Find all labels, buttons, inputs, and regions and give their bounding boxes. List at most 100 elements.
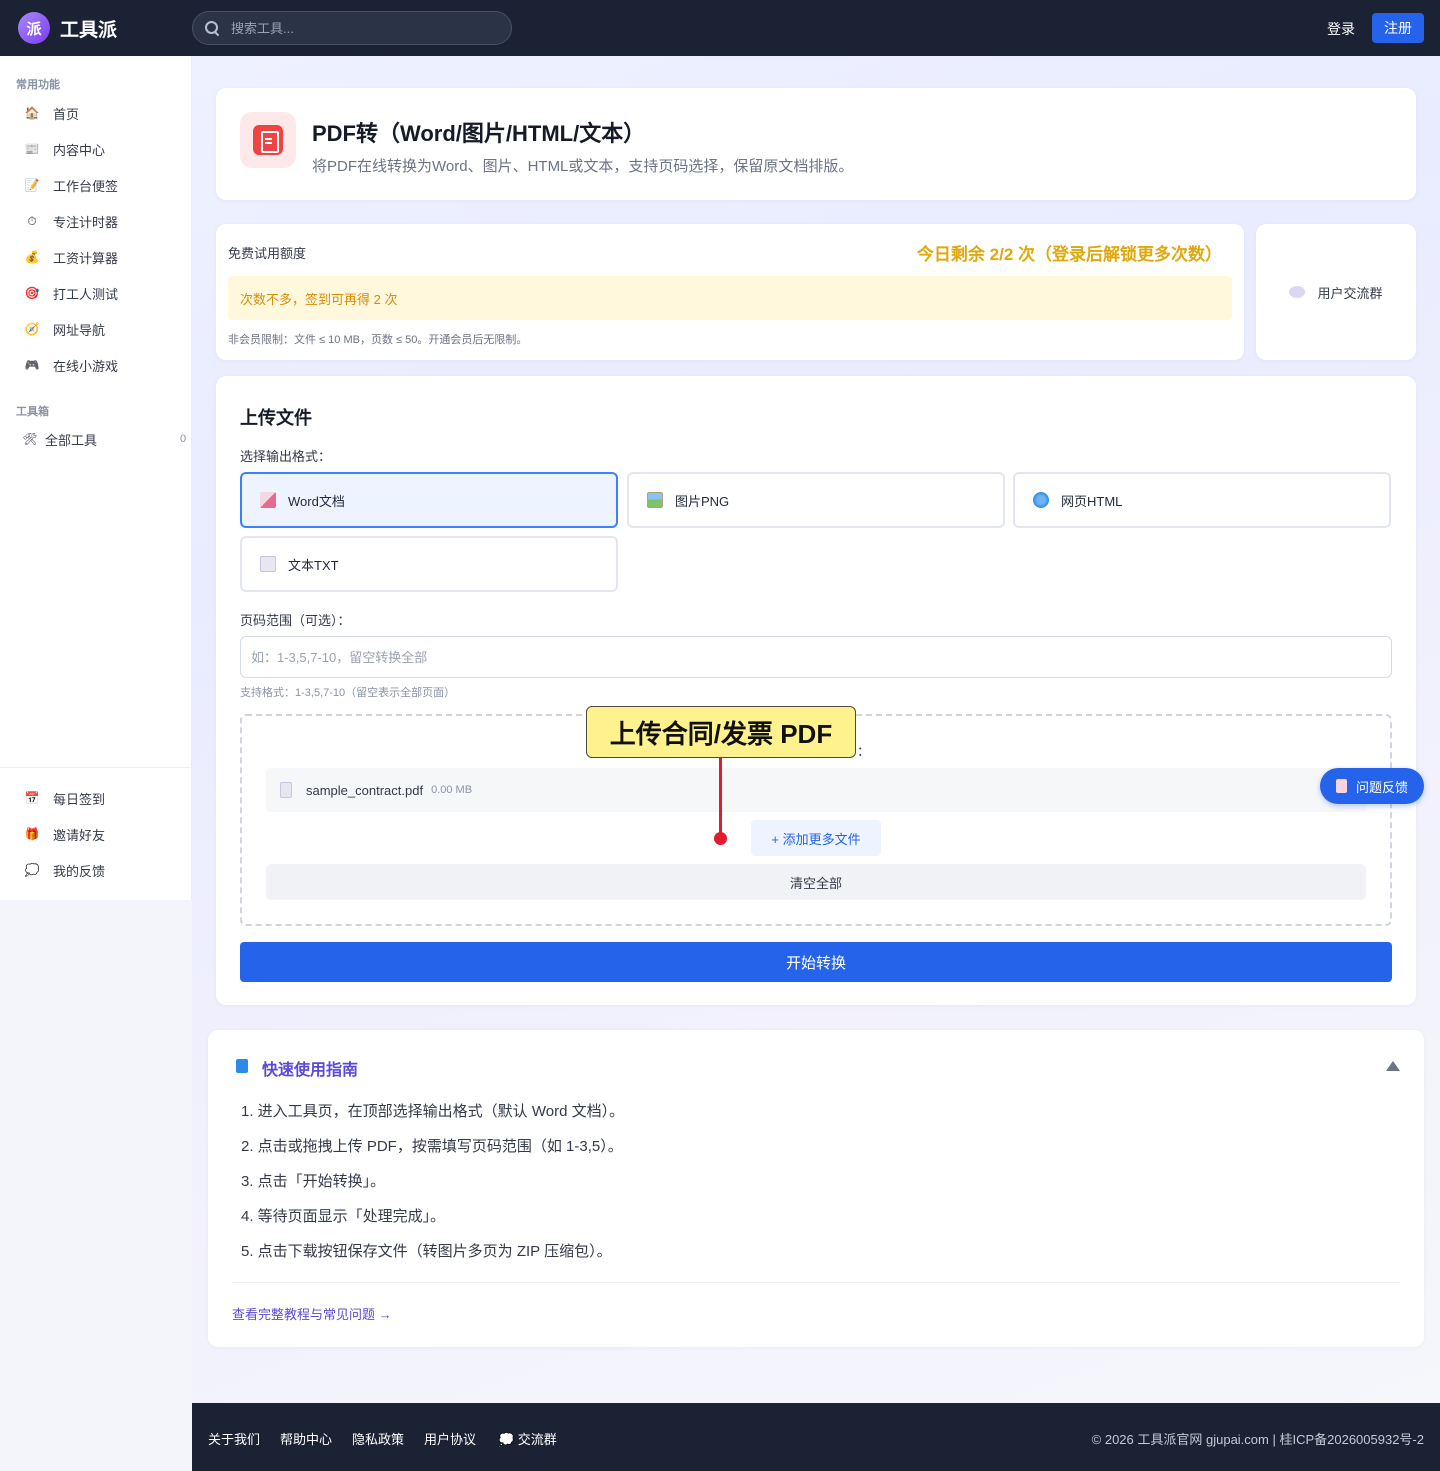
file-name: sample_contract.pdf: [306, 782, 424, 798]
sidebar-item-label: 在线小游戏: [53, 358, 119, 374]
all-tools-count: 0: [180, 433, 187, 445]
sidebar-item-label: 内容中心: [53, 142, 106, 158]
sidebar-divider: [0, 767, 192, 768]
sidebar-item-label: 工资计算器: [53, 250, 119, 266]
community-group-label: 用户交流群: [1317, 285, 1383, 301]
community-group-card[interactable]: 用户交流群: [1256, 224, 1416, 360]
format-option-label: 文本TXT: [288, 557, 339, 573]
speech-bubble-icon: 💭: [24, 863, 40, 877]
add-more-files-button[interactable]: + 添加更多文件: [751, 820, 881, 856]
file-size: 0.00 MB: [431, 784, 473, 796]
footer: 关于我们 帮助中心 隐私政策 用户协议 💭 交流群 © 2026 工具派官网 g…: [192, 1403, 1440, 1471]
text-file-icon: [260, 556, 276, 572]
sidebar-item-content-center[interactable]: 📰 内容中心: [24, 139, 106, 159]
page-range-input[interactable]: [240, 636, 1392, 678]
upload-card: 上传文件 选择输出格式： Word文档 图片PNG 网页HTML 文本TXT 页…: [216, 376, 1416, 1005]
guide-step: 3. 点击「开始转换」。: [241, 1173, 386, 1190]
footer-link-about[interactable]: 关于我们: [208, 1429, 260, 1448]
sidebar-item-url-nav[interactable]: 🧭 网址导航: [24, 319, 106, 339]
money-bag-icon: 💰: [24, 250, 40, 264]
globe-icon: [1033, 492, 1049, 508]
pdf-document-icon: [253, 125, 283, 155]
page-range-label: 页码范围（可选）：: [240, 613, 351, 628]
sidebar-item-salary-calculator[interactable]: 💰 工资计算器: [24, 247, 119, 267]
register-button[interactable]: 注册: [1372, 13, 1424, 43]
format-option-label: 图片PNG: [675, 493, 730, 509]
file-icon: [280, 782, 292, 798]
search-box[interactable]: [192, 11, 512, 45]
guide-step: 1. 进入工具页，在顶部选择输出格式（默认 Word 文档）。: [241, 1103, 625, 1120]
tools-icon: 🛠: [22, 432, 38, 446]
sidebar-item-home[interactable]: 🏠 首页: [24, 103, 80, 123]
quota-limit-note: 非会员限制：文件 ≤ 10 MB，页数 ≤ 50。开通会员后无限制。: [228, 334, 528, 346]
footer-link-terms[interactable]: 用户协议: [424, 1429, 476, 1448]
format-option-word[interactable]: Word文档: [240, 472, 618, 528]
sidebar-item-all-tools[interactable]: 🛠 全部工具: [22, 429, 97, 449]
search-icon: [205, 21, 219, 35]
memo-icon: [260, 492, 276, 508]
quota-label: 免费试用额度: [228, 246, 307, 261]
start-conversion-button[interactable]: 开始转换: [240, 942, 1392, 982]
footer-link-help[interactable]: 帮助中心: [280, 1429, 332, 1448]
full-tutorial-link[interactable]: 查看完整教程与常见问题 →: [232, 1304, 392, 1323]
sidebar-item-label: 打工人测试: [53, 286, 119, 302]
quota-remaining: 今日剩余 2/2 次（登录后解锁更多次数）: [916, 245, 1222, 264]
annotation-callout: 上传合同/发票 PDF: [586, 706, 856, 758]
guide-step: 5. 点击下载按钮保存文件（转图片多页为 ZIP 压缩包）。: [241, 1243, 612, 1260]
guide-step: 4. 等待页面显示「处理完成」。: [241, 1208, 446, 1225]
page-description: 将PDF在线转换为Word、图片、HTML或文本，支持页码选择，保留原文档排版。: [312, 158, 854, 175]
sidebar-item-focus-timer[interactable]: ⏱ 专注计时器: [24, 211, 118, 231]
app-name: 工具派: [60, 19, 118, 41]
gamepad-icon: 🎮: [24, 358, 40, 372]
feedback-label: 问题反馈: [1355, 779, 1408, 795]
footer-link-privacy[interactable]: 隐私政策: [352, 1429, 404, 1448]
checkin-tip: 次数不多，签到可再得 2 次: [228, 276, 1232, 320]
sidebar-item-daily-checkin[interactable]: 📅 每日签到: [24, 788, 106, 808]
format-option-txt[interactable]: 文本TXT: [240, 536, 618, 592]
upload-title: 上传文件: [240, 408, 312, 428]
memo-icon: 📝: [24, 178, 40, 192]
sidebar-item-label: 邀请好友: [53, 827, 106, 843]
quota-card: 免费试用额度 今日剩余 2/2 次（登录后解锁更多次数） 次数不多，签到可再得 …: [216, 224, 1244, 360]
clear-all-button[interactable]: 清空全部: [266, 864, 1366, 900]
logo-icon: 派: [18, 12, 50, 44]
sidebar-item-mini-games[interactable]: 🎮 在线小游戏: [24, 355, 119, 375]
sidebar-item-notes[interactable]: 📝 工作台便签: [24, 175, 119, 195]
file-list-item: sample_contract.pdf 0.00 MB: [266, 768, 1366, 812]
guide-title: 快速使用指南: [262, 1062, 359, 1079]
format-option-png[interactable]: 图片PNG: [627, 472, 1005, 528]
pdf-tool-badge: [240, 112, 296, 168]
logo[interactable]: 派 工具派: [18, 12, 117, 44]
login-link[interactable]: 登录: [1327, 19, 1355, 39]
guide-divider: [232, 1282, 1400, 1283]
sidebar-item-worker-test[interactable]: 🎯 打工人测试: [24, 283, 119, 303]
page-title: PDF转（Word/图片/HTML/文本）: [312, 121, 646, 146]
compass-icon: 🧭: [24, 322, 40, 336]
annotation-pointer-line: [719, 758, 722, 836]
sidebar-item-label: 全部工具: [45, 432, 98, 448]
sidebar-item-my-feedback[interactable]: 💭 我的反馈: [24, 860, 106, 880]
format-option-html[interactable]: 网页HTML: [1013, 472, 1391, 528]
sidebar-item-label: 专注计时器: [53, 214, 119, 230]
feedback-button[interactable]: 问题反馈: [1320, 768, 1424, 804]
sidebar-item-invite-friends[interactable]: 🎁 邀请好友: [24, 824, 106, 844]
sidebar-section-common: 常用功能: [16, 79, 60, 91]
annotation-pointer-dot: [714, 832, 727, 845]
home-icon: 🏠: [24, 106, 40, 120]
feedback-icon: [1335, 779, 1347, 793]
search-input[interactable]: [231, 20, 491, 36]
newspaper-icon: 📰: [24, 142, 40, 156]
sidebar-item-label: 首页: [53, 106, 80, 122]
footer-link-community[interactable]: 💭 交流群: [498, 1429, 557, 1448]
image-icon: [647, 492, 663, 508]
top-bar: 派 工具派 登录 注册: [0, 0, 1440, 56]
sidebar-item-label: 我的反馈: [53, 863, 106, 879]
collapse-toggle-icon[interactable]: [1386, 1061, 1400, 1071]
guide-step: 2. 点击或拖拽上传 PDF，按需填写页码范围（如 1-3,5）。: [241, 1138, 623, 1155]
stopwatch-icon: ⏱: [27, 213, 37, 228]
sidebar-item-label: 工作台便签: [53, 178, 119, 194]
tool-header-card: PDF转（Word/图片/HTML/文本） 将PDF在线转换为Word、图片、H…: [216, 88, 1416, 200]
sidebar: 常用功能 🏠 首页 📰 内容中心 📝 工作台便签 ⏱ 专注计时器 💰 工资计算器…: [0, 56, 192, 900]
book-icon: [236, 1059, 248, 1073]
quick-guide-card: 快速使用指南 1. 进入工具页，在顶部选择输出格式（默认 Word 文档）。 2…: [208, 1030, 1424, 1347]
